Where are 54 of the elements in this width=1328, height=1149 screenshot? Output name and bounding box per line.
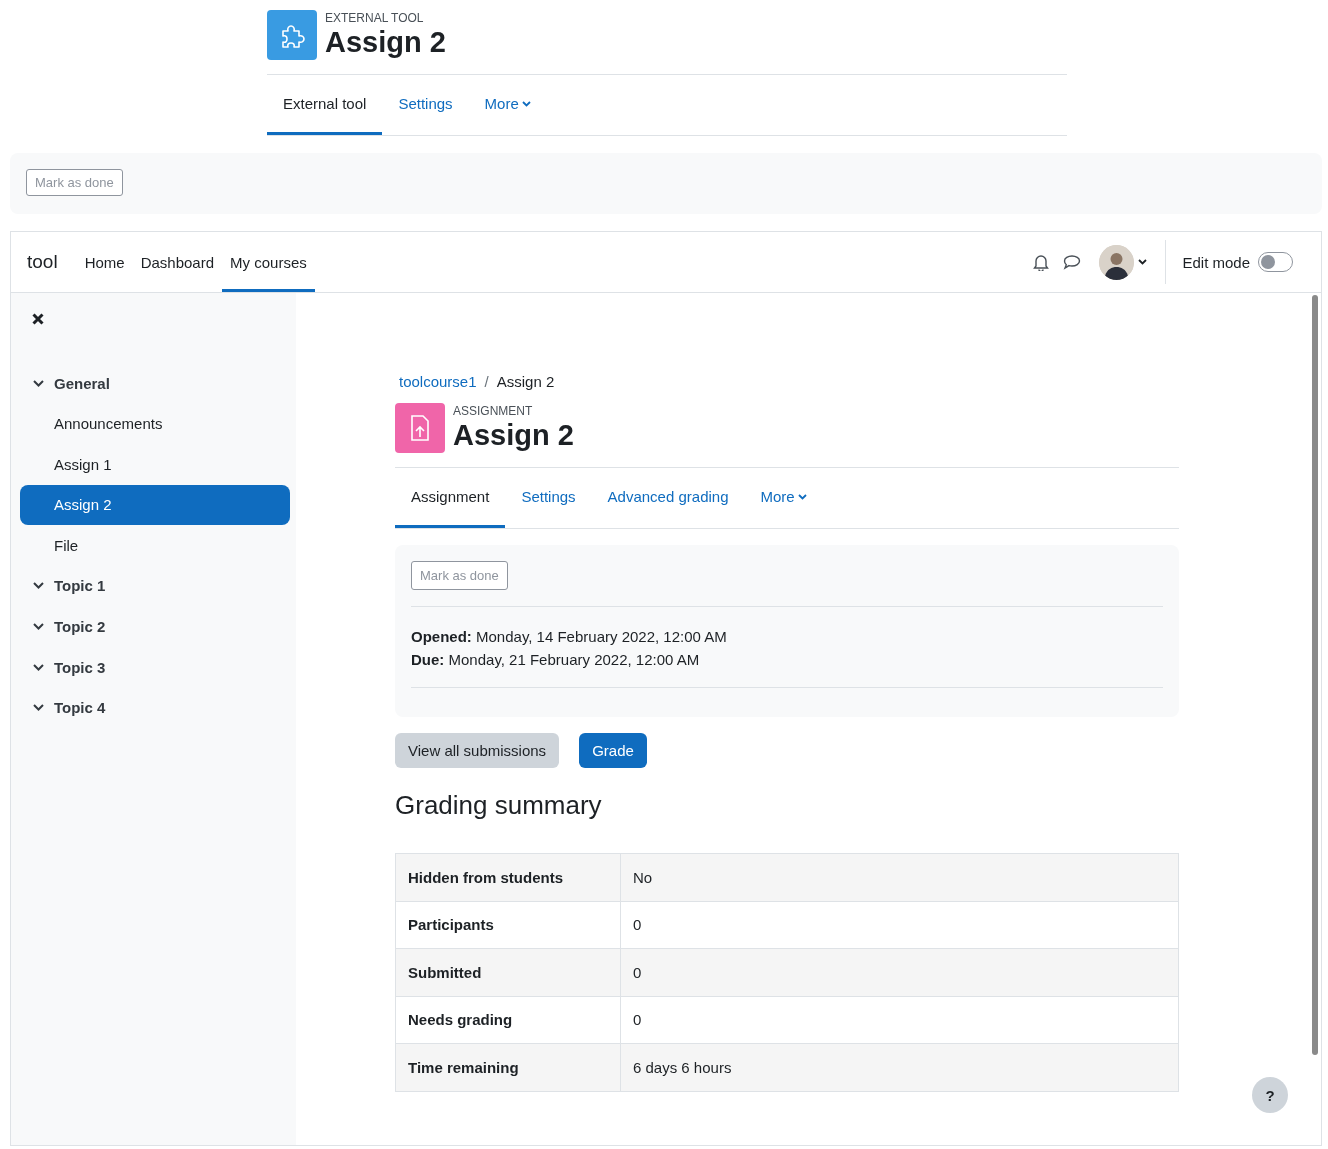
course-section-item[interactable]: General [20, 363, 290, 403]
file-upload-icon [410, 415, 430, 441]
help-button[interactable]: ? [1252, 1077, 1288, 1113]
table-cell: 0 [620, 901, 1179, 949]
course-section-item[interactable]: Topic 3 [20, 647, 290, 688]
site-name[interactable]: tool [27, 251, 58, 273]
section-heading: Grading summary [395, 790, 603, 821]
course-section-item[interactable]: Topic 2 [20, 606, 290, 647]
nav-tab[interactable]: External tool [267, 75, 383, 135]
date-line: Due: Monday, 21 February 2022, 12:00 AM [411, 650, 701, 670]
table-cell: 0 [620, 948, 1179, 996]
more-menu-tab[interactable]: More [744, 468, 823, 528]
more-menu-tab[interactable]: More [468, 75, 547, 135]
chat-bubble-icon[interactable] [1063, 254, 1082, 270]
scrollbar[interactable] [1311, 295, 1319, 1055]
nav-link[interactable]: Home [76, 232, 133, 292]
edit-mode-switch[interactable] [1258, 252, 1293, 272]
page-title: Assign 2 [453, 418, 574, 452]
activity-type-label: EXTERNAL TOOL [325, 11, 425, 25]
nav-tab[interactable]: Advanced grading [591, 468, 745, 528]
close-icon[interactable] [32, 313, 44, 325]
table-row-header: Needs grading [395, 996, 621, 1044]
page-title: Assign 2 [325, 25, 446, 59]
caret-icon [1138, 259, 1148, 265]
course-activity-item[interactable]: Assign 2 [20, 484, 290, 525]
caret-icon [797, 493, 807, 500]
table-row-header: Submitted [395, 948, 621, 996]
course-activity-item[interactable]: Announcements [20, 403, 290, 444]
table-cell: No [620, 853, 1179, 901]
breadcrumb-link[interactable]: toolcourse1 [399, 373, 477, 390]
user-avatar[interactable] [1099, 244, 1135, 280]
nav-tab[interactable]: Settings [382, 75, 469, 135]
table-cell: 0 [620, 996, 1179, 1044]
breadcrumb-current: Assign 2 [496, 373, 555, 390]
course-section-item[interactable]: Topic 1 [20, 565, 290, 606]
caret-icon [521, 100, 531, 107]
grade-button[interactable]: Grade [579, 733, 647, 768]
date-line: Opened: Monday, 14 February 2022, 12:00 AM [411, 627, 728, 647]
nav-tab[interactable]: Settings [505, 468, 592, 528]
nav-tab[interactable]: Assignment [395, 468, 506, 528]
puzzle-piece-icon [279, 22, 305, 48]
table-row-header: Participants [395, 901, 621, 949]
course-activity-item[interactable]: Assign 1 [20, 444, 290, 485]
course-activity-item[interactable]: File [20, 525, 290, 566]
activity-type-label: ASSIGNMENT [453, 404, 534, 418]
nav-link[interactable]: Dashboard [132, 232, 223, 292]
course-section-item[interactable]: Topic 4 [20, 687, 290, 728]
table-row-header: Hidden from students [395, 853, 621, 901]
view-submissions-button[interactable]: View all submissions [395, 733, 560, 768]
table-cell: 6 days 6 hours [620, 1043, 1179, 1091]
table-row-header: Time remaining [395, 1043, 621, 1091]
breadcrumb-separator: / [484, 373, 489, 390]
edit-mode-label: Edit mode [1182, 253, 1250, 271]
bell-icon[interactable] [1033, 253, 1050, 271]
